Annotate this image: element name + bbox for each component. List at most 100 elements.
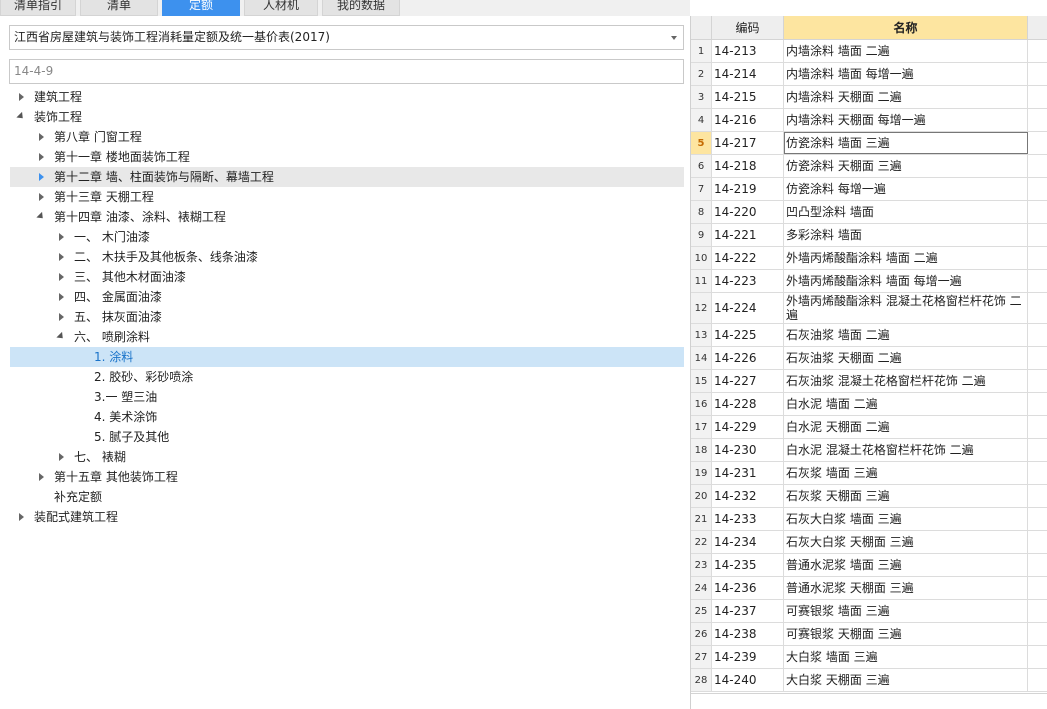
quota-code-cell[interactable]: 14-228 bbox=[712, 393, 784, 415]
expand-arrow-icon[interactable] bbox=[56, 227, 68, 247]
quota-name-cell[interactable]: 大白浆 墙面 三遍 bbox=[784, 646, 1028, 668]
quota-code-cell[interactable]: 14-223 bbox=[712, 270, 784, 292]
quota-code-cell[interactable]: 14-237 bbox=[712, 600, 784, 622]
table-row[interactable]: 2 14-214 内墙涂料 墙面 每增一遍 bbox=[691, 63, 1047, 86]
row-number[interactable]: 7 bbox=[691, 178, 712, 200]
extra-cell[interactable] bbox=[1028, 462, 1047, 484]
quota-library-select[interactable]: 江西省房屋建筑与装饰工程消耗量定额及统一基价表(2017) bbox=[9, 25, 684, 50]
tree-node[interactable]: 六、 喷刷涂料 bbox=[10, 327, 684, 347]
expand-arrow-icon[interactable] bbox=[36, 467, 48, 487]
extra-cell[interactable] bbox=[1028, 86, 1047, 108]
expand-arrow-icon[interactable] bbox=[56, 307, 68, 327]
tree-node[interactable]: 第十一章 楼地面装饰工程 bbox=[10, 147, 684, 167]
table-row[interactable]: 15 14-227 石灰油浆 混凝土花格窗栏杆花饰 二遍 bbox=[691, 370, 1047, 393]
extra-cell[interactable] bbox=[1028, 439, 1047, 461]
table-row[interactable]: 18 14-230 白水泥 混凝土花格窗栏杆花饰 二遍 bbox=[691, 439, 1047, 462]
tab-list-guide[interactable]: 清单指引 bbox=[0, 0, 76, 16]
quota-name-cell[interactable]: 石灰浆 天棚面 三遍 bbox=[784, 485, 1028, 507]
quota-code-cell[interactable]: 14-240 bbox=[712, 669, 784, 691]
table-row[interactable]: 22 14-234 石灰大白浆 天棚面 三遍 bbox=[691, 531, 1047, 554]
expand-arrow-icon[interactable] bbox=[36, 167, 48, 187]
row-number[interactable]: 10 bbox=[691, 247, 712, 269]
row-number[interactable]: 15 bbox=[691, 370, 712, 392]
quota-name-cell[interactable]: 白水泥 墙面 二遍 bbox=[784, 393, 1028, 415]
quota-name-cell[interactable]: 大白浆 天棚面 三遍 bbox=[784, 669, 1028, 691]
table-row[interactable]: 8 14-220 凹凸型涂料 墙面 bbox=[691, 201, 1047, 224]
table-row[interactable]: 5 14-217 仿瓷涂料 墙面 三遍 bbox=[691, 132, 1047, 155]
row-number[interactable]: 3 bbox=[691, 86, 712, 108]
extra-cell[interactable] bbox=[1028, 416, 1047, 438]
quota-code-cell[interactable]: 14-221 bbox=[712, 224, 784, 246]
quota-name-cell[interactable]: 仿瓷涂料 每增一遍 bbox=[784, 178, 1028, 200]
collapse-arrow-icon[interactable] bbox=[56, 327, 68, 347]
tree-node[interactable]: 四、 金属面油漆 bbox=[10, 287, 684, 307]
column-header-extra[interactable] bbox=[1028, 16, 1047, 40]
extra-cell[interactable] bbox=[1028, 132, 1047, 154]
chevron-down-icon[interactable] bbox=[671, 36, 677, 40]
quota-code-cell[interactable]: 14-231 bbox=[712, 462, 784, 484]
tree-node[interactable]: 装配式建筑工程 bbox=[10, 507, 684, 527]
quota-name-cell[interactable]: 可赛银浆 墙面 三遍 bbox=[784, 600, 1028, 622]
quota-code-cell[interactable]: 14-230 bbox=[712, 439, 784, 461]
quota-code-cell[interactable]: 14-220 bbox=[712, 201, 784, 223]
quota-name-cell[interactable]: 石灰大白浆 墙面 三遍 bbox=[784, 508, 1028, 530]
row-number[interactable]: 20 bbox=[691, 485, 712, 507]
extra-cell[interactable] bbox=[1028, 485, 1047, 507]
extra-cell[interactable] bbox=[1028, 646, 1047, 668]
tab-labor-material-machine[interactable]: 人材机 bbox=[244, 0, 318, 16]
quota-code-cell[interactable]: 14-218 bbox=[712, 155, 784, 177]
expand-arrow-icon[interactable] bbox=[56, 447, 68, 467]
quota-code-cell[interactable]: 14-213 bbox=[712, 40, 784, 62]
quota-code-cell[interactable]: 14-219 bbox=[712, 178, 784, 200]
expand-arrow-icon[interactable] bbox=[36, 127, 48, 147]
extra-cell[interactable] bbox=[1028, 577, 1047, 599]
extra-cell[interactable] bbox=[1028, 178, 1047, 200]
table-row[interactable]: 24 14-236 普通水泥浆 天棚面 三遍 bbox=[691, 577, 1047, 600]
quota-code-cell[interactable]: 14-235 bbox=[712, 554, 784, 576]
extra-cell[interactable] bbox=[1028, 109, 1047, 131]
collapse-arrow-icon[interactable] bbox=[16, 107, 28, 127]
row-number[interactable]: 19 bbox=[691, 462, 712, 484]
tree-node[interactable]: 二、 木扶手及其他板条、线条油漆 bbox=[10, 247, 684, 267]
row-number[interactable]: 16 bbox=[691, 393, 712, 415]
row-number[interactable]: 25 bbox=[691, 600, 712, 622]
expand-arrow-icon[interactable] bbox=[36, 187, 48, 207]
column-header-code[interactable]: 编码 bbox=[712, 16, 784, 40]
quota-name-cell[interactable]: 石灰油浆 天棚面 二遍 bbox=[784, 347, 1028, 369]
quota-name-cell[interactable]: 石灰浆 墙面 三遍 bbox=[784, 462, 1028, 484]
row-number[interactable]: 24 bbox=[691, 577, 712, 599]
expand-arrow-icon[interactable] bbox=[56, 287, 68, 307]
quota-name-cell[interactable]: 普通水泥浆 天棚面 三遍 bbox=[784, 577, 1028, 599]
quota-name-cell[interactable]: 凹凸型涂料 墙面 bbox=[784, 201, 1028, 223]
extra-cell[interactable] bbox=[1028, 531, 1047, 553]
tree-node[interactable]: 第十三章 天棚工程 bbox=[10, 187, 684, 207]
row-number[interactable]: 12 bbox=[691, 293, 712, 323]
tree-node[interactable]: 3.一 塑三油 bbox=[10, 387, 684, 407]
extra-cell[interactable] bbox=[1028, 270, 1047, 292]
extra-cell[interactable] bbox=[1028, 347, 1047, 369]
tree-node[interactable]: 第十四章 油漆、涂料、裱糊工程 bbox=[10, 207, 684, 227]
quota-name-cell[interactable]: 外墙丙烯酸酯涂料 墙面 每增一遍 bbox=[784, 270, 1028, 292]
table-row[interactable]: 28 14-240 大白浆 天棚面 三遍 bbox=[691, 669, 1047, 692]
table-row[interactable]: 21 14-233 石灰大白浆 墙面 三遍 bbox=[691, 508, 1047, 531]
quota-name-cell[interactable]: 石灰油浆 混凝土花格窗栏杆花饰 二遍 bbox=[784, 370, 1028, 392]
tab-list[interactable]: 清单 bbox=[80, 0, 158, 16]
table-row[interactable]: 14 14-226 石灰油浆 天棚面 二遍 bbox=[691, 347, 1047, 370]
table-row[interactable]: 1 14-213 内墙涂料 墙面 二遍 bbox=[691, 40, 1047, 63]
quota-code-cell[interactable]: 14-229 bbox=[712, 416, 784, 438]
table-row[interactable]: 23 14-235 普通水泥浆 墙面 三遍 bbox=[691, 554, 1047, 577]
row-number[interactable]: 6 bbox=[691, 155, 712, 177]
quota-name-cell[interactable]: 普通水泥浆 墙面 三遍 bbox=[784, 554, 1028, 576]
extra-cell[interactable] bbox=[1028, 293, 1047, 323]
extra-cell[interactable] bbox=[1028, 669, 1047, 691]
quota-code-cell[interactable]: 14-239 bbox=[712, 646, 784, 668]
quota-name-cell[interactable]: 内墙涂料 天棚面 二遍 bbox=[784, 86, 1028, 108]
quota-name-cell[interactable]: 内墙涂料 墙面 每增一遍 bbox=[784, 63, 1028, 85]
row-number[interactable]: 1 bbox=[691, 40, 712, 62]
tree-node[interactable]: 4. 美术涂饰 bbox=[10, 407, 684, 427]
row-number[interactable]: 8 bbox=[691, 201, 712, 223]
quota-code-cell[interactable]: 14-227 bbox=[712, 370, 784, 392]
quota-name-cell[interactable]: 内墙涂料 墙面 二遍 bbox=[784, 40, 1028, 62]
table-row[interactable]: 13 14-225 石灰油浆 墙面 二遍 bbox=[691, 324, 1047, 347]
quota-code-cell[interactable]: 14-236 bbox=[712, 577, 784, 599]
